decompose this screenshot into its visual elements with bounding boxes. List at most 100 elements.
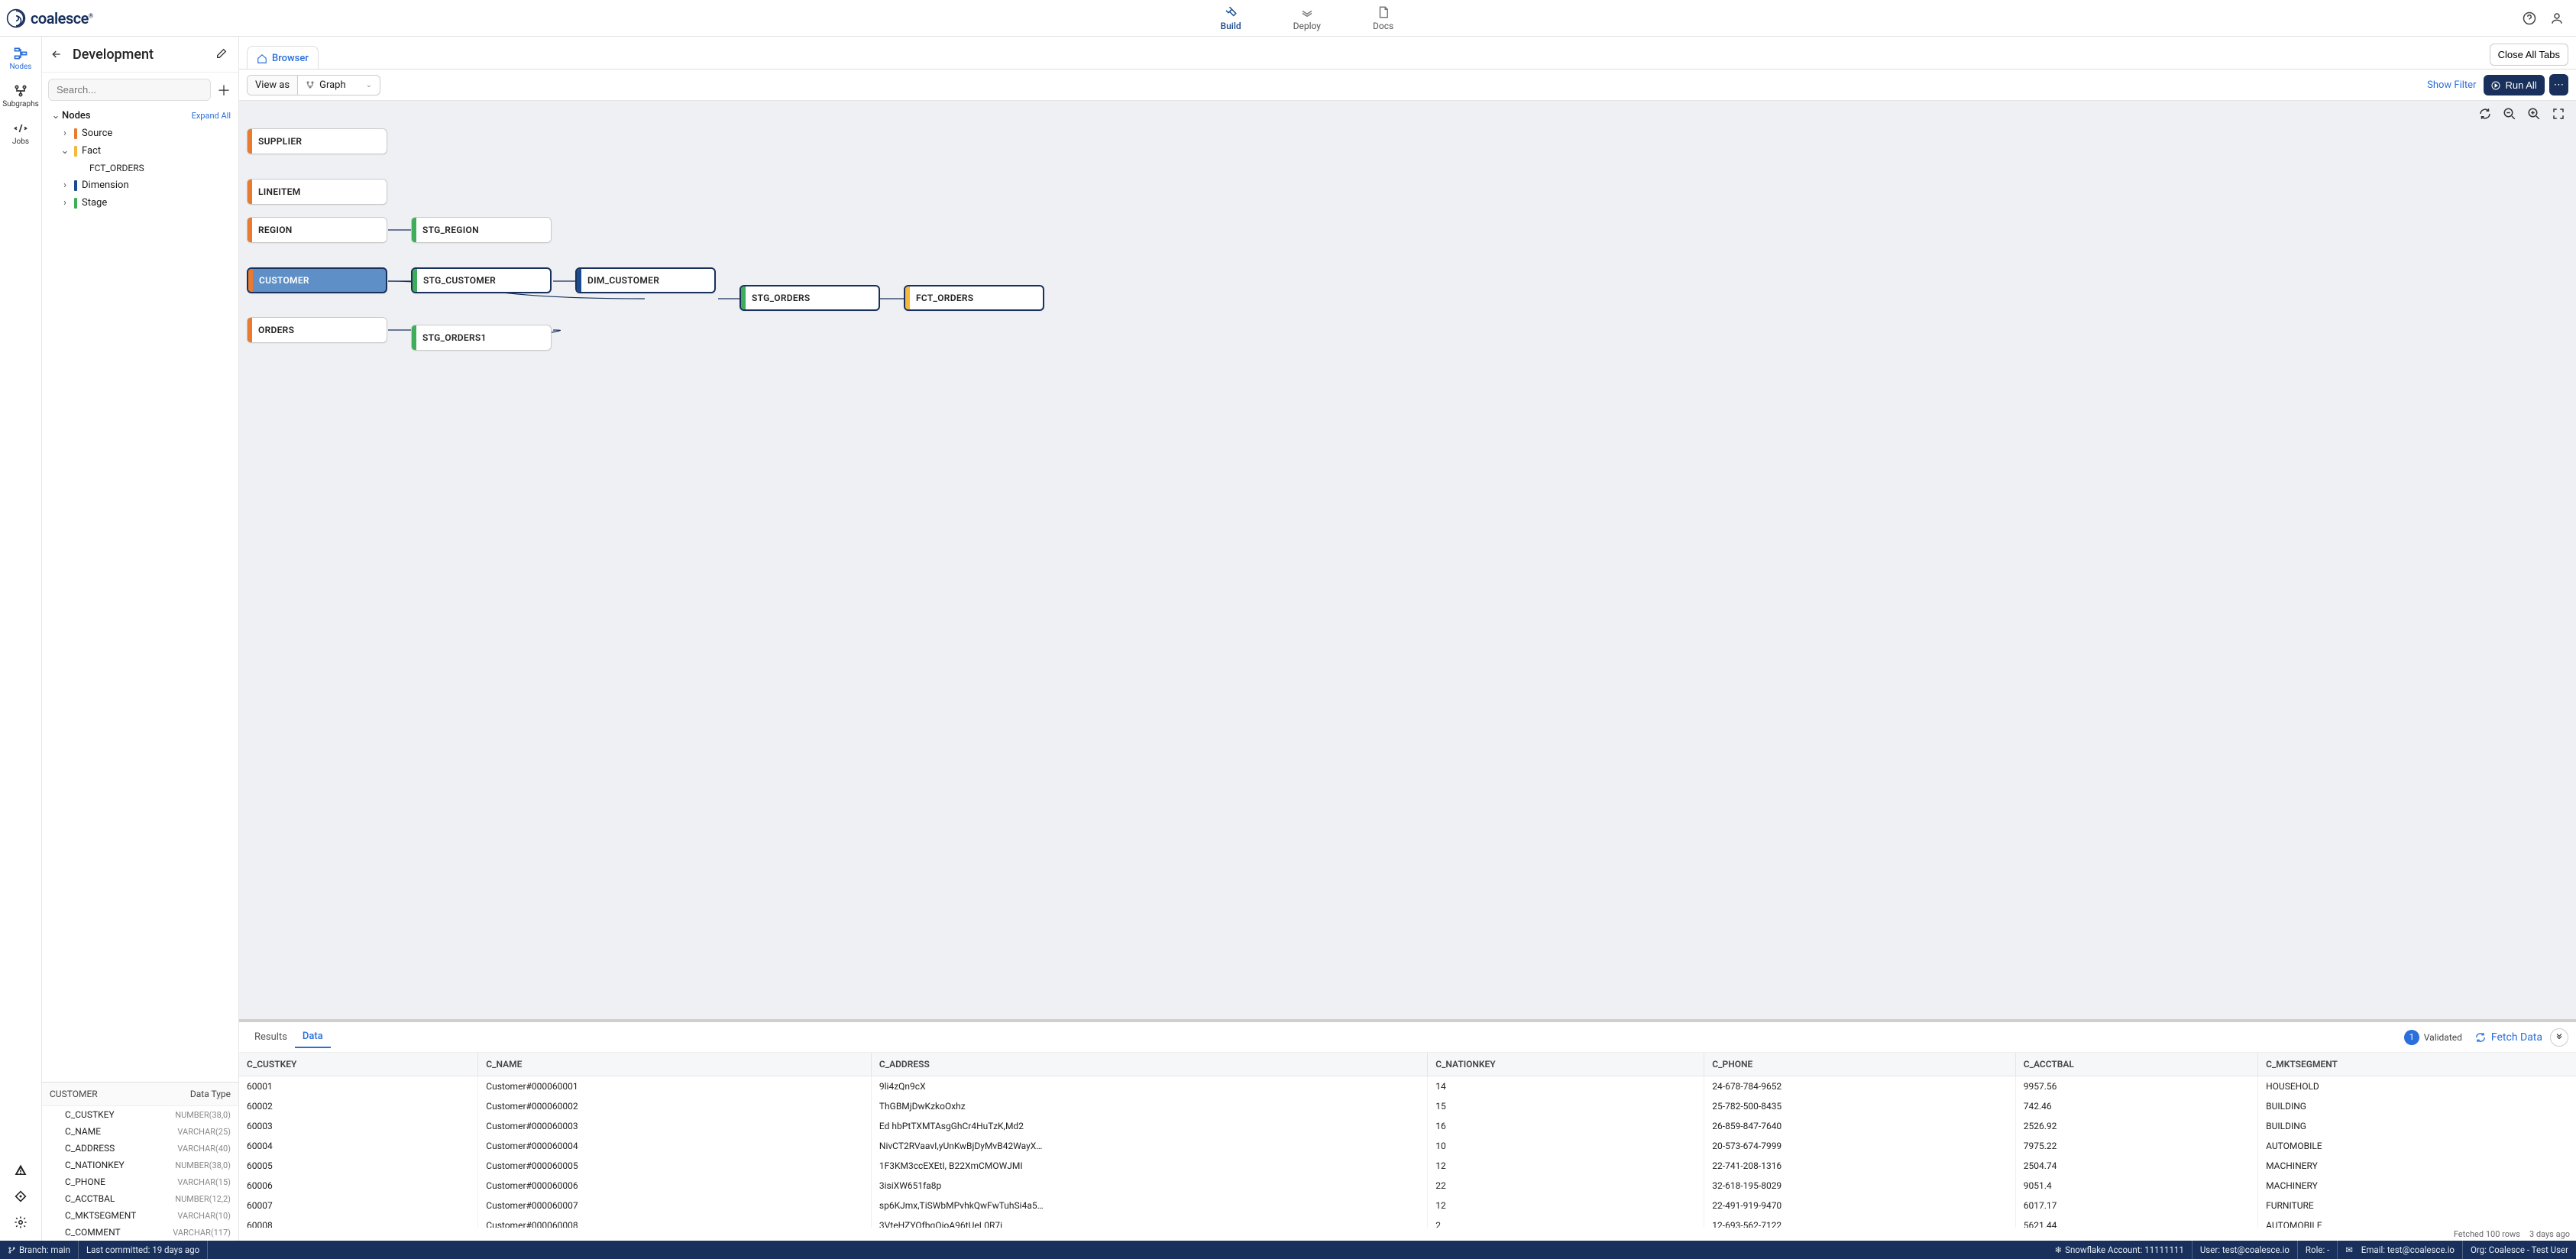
grid-cell: 60002	[239, 1096, 478, 1116]
tree-leaf-fct-orders[interactable]: FCT_ORDERS	[47, 160, 234, 176]
grid-row[interactable]: 60003Customer#000060003Ed hbPtTXMTAsgGhC…	[239, 1116, 2576, 1136]
column-panel-table-name: CUSTOMER	[50, 1089, 190, 1099]
grid-cell: 60001	[239, 1076, 478, 1097]
column-row[interactable]: C_ADDRESSVARCHAR(40)	[42, 1140, 238, 1157]
grid-cell: 25-782-500-8435	[1704, 1096, 2015, 1116]
help-icon[interactable]	[2521, 10, 2538, 27]
sb-snowflake: ❄Snowflake Account: 11111111	[2047, 1241, 2192, 1259]
grid-cell: 9957.56	[2015, 1076, 2257, 1097]
rail-jobs[interactable]: Jobs	[0, 115, 41, 152]
branch-icon	[306, 79, 315, 91]
grid-cell: Customer#000060007	[478, 1196, 872, 1215]
tree-category-dimension[interactable]: › Dimension	[47, 176, 234, 194]
grid-row[interactable]: 60005Customer#0000600051F3KM3ccEXEtI, B2…	[239, 1156, 2576, 1176]
column-row[interactable]: C_PHONEVARCHAR(15)	[42, 1173, 238, 1190]
topbar-tab-build[interactable]: Build	[1218, 3, 1244, 34]
tab-results[interactable]: Results	[247, 1027, 295, 1047]
grid-cell: 20-573-674-7999	[1704, 1136, 2015, 1156]
nodes-section-header[interactable]: ⌄ Nodes Expand All	[47, 107, 234, 125]
grid-cell: 12	[1428, 1156, 1704, 1176]
close-all-tabs-button[interactable]: Close All Tabs	[2490, 44, 2568, 66]
category-color-icon	[74, 146, 77, 157]
grid-cell: 2	[1428, 1215, 1704, 1228]
zoom-out-icon[interactable]	[2501, 105, 2518, 122]
browser-tab[interactable]: Browser	[247, 46, 319, 70]
graph-node-lineitem[interactable]: LINEITEM	[247, 179, 387, 205]
graph-canvas[interactable]: SUPPLIER LINEITEM REGION STG_REGION CUST…	[239, 122, 2576, 1019]
graph-node-fct-orders[interactable]: FCT_ORDERS	[904, 285, 1044, 311]
tree-category-source[interactable]: › Source	[47, 125, 234, 142]
grid-cell: 26-859-847-7640	[1704, 1116, 2015, 1136]
graph-node-stg-customer[interactable]: STG_CUSTOMER	[411, 267, 552, 293]
graph-node-stg-orders[interactable]: STG_ORDERS	[739, 285, 880, 311]
grid-cell: Customer#000060008	[478, 1215, 872, 1228]
column-row[interactable]: C_NATIONKEYNUMBER(38,0)	[42, 1157, 238, 1173]
refresh-icon[interactable]	[2477, 105, 2493, 122]
graph-node-region[interactable]: REGION	[247, 217, 387, 243]
sb-branch[interactable]: Branch: main	[0, 1241, 79, 1259]
grid-cell: 60008	[239, 1215, 478, 1228]
graph-node-stg-region[interactable]: STG_REGION	[411, 217, 552, 243]
chevron-right-icon: ›	[60, 128, 70, 139]
graph-node-dim-customer[interactable]: DIM_CUSTOMER	[575, 267, 716, 293]
problems-icon[interactable]	[11, 1161, 30, 1180]
grid-header-cell[interactable]: C_ACCTBAL	[2015, 1053, 2257, 1076]
settings-icon[interactable]	[11, 1213, 30, 1231]
topbar-tab-deploy[interactable]: Deploy	[1290, 3, 1324, 34]
back-icon[interactable]	[47, 44, 66, 64]
grid-header-cell[interactable]: C_NATIONKEY	[1428, 1053, 1704, 1076]
grid-row[interactable]: 60004Customer#000060004NivCT2RVaavI,yUnK…	[239, 1136, 2576, 1156]
grid-cell: 12-693-562-7122	[1704, 1215, 2015, 1228]
column-row[interactable]: C_CUSTKEYNUMBER(38,0)	[42, 1106, 238, 1123]
grid-header-cell[interactable]: C_NAME	[478, 1053, 872, 1076]
run-more-button[interactable]: ⋯	[2549, 74, 2568, 95]
fullscreen-icon[interactable]	[2550, 105, 2567, 122]
graph-node-supplier[interactable]: SUPPLIER	[247, 128, 387, 154]
sb-role: Role: -	[2298, 1241, 2338, 1259]
grid-cell: 742.46	[2015, 1096, 2257, 1116]
column-row[interactable]: C_COMMENTVARCHAR(117)	[42, 1224, 238, 1241]
graph-node-orders[interactable]: ORDERS	[247, 317, 387, 343]
grid-row[interactable]: 60007Customer#000060007sp6KJmx,TiSWbMPvh…	[239, 1196, 2576, 1215]
zoom-in-icon[interactable]	[2526, 105, 2542, 122]
grid-header-cell[interactable]: C_ADDRESS	[871, 1053, 1427, 1076]
grid-cell: 15	[1428, 1096, 1704, 1116]
rail-subgraphs[interactable]: Subgraphs	[0, 77, 41, 115]
grid-header-cell[interactable]: C_PHONE	[1704, 1053, 2015, 1076]
play-icon	[2491, 79, 2500, 91]
expand-all-link[interactable]: Expand All	[192, 111, 231, 121]
show-filter-link[interactable]: Show Filter	[2427, 79, 2476, 91]
tab-data[interactable]: Data	[295, 1026, 331, 1048]
add-node-icon[interactable]: ＋	[215, 82, 232, 99]
grid-row[interactable]: 60008Customer#0000600083VteHZYOfbqQioA96…	[239, 1215, 2576, 1228]
tree-category-fact[interactable]: ⌄ Fact	[47, 142, 234, 160]
category-color-icon	[74, 198, 77, 209]
search-input[interactable]	[48, 79, 211, 101]
sb-org: Org: Coalesce - Test User	[2463, 1241, 2576, 1259]
brand-name: coalesce	[31, 9, 89, 28]
git-icon[interactable]	[11, 1187, 30, 1206]
edit-icon[interactable]	[215, 47, 229, 61]
graph-node-stg-orders1[interactable]: STG_ORDERS1	[411, 325, 552, 351]
grid-row[interactable]: 60006Customer#0000600063isiXW651fa8p2232…	[239, 1176, 2576, 1196]
column-row[interactable]: C_MKTSEGMENTVARCHAR(10)	[42, 1207, 238, 1224]
topbar-tab-docs[interactable]: Docs	[1370, 3, 1396, 34]
collapse-panel-icon[interactable]	[2550, 1028, 2568, 1047]
grid-row[interactable]: 60002Customer#000060002ThGBMjDwKzkoOxhz1…	[239, 1096, 2576, 1116]
grid-header-cell[interactable]: C_MKTSEGMENT	[2258, 1053, 2576, 1076]
run-all-button[interactable]: Run All	[2484, 75, 2544, 95]
column-row[interactable]: C_NAMEVARCHAR(25)	[42, 1123, 238, 1140]
user-icon[interactable]	[2548, 10, 2565, 27]
grid-header-cell[interactable]: C_CUSTKEY	[239, 1053, 478, 1076]
grid-cell: 6017.17	[2015, 1196, 2257, 1215]
data-grid[interactable]: C_CUSTKEYC_NAMEC_ADDRESSC_NATIONKEYC_PHO…	[239, 1053, 2576, 1228]
viewas-select[interactable]: Graph ⌄	[298, 76, 380, 95]
graph-node-customer[interactable]: CUSTOMER	[247, 267, 387, 293]
column-row[interactable]: C_ACCTBALNUMBER(12,2)	[42, 1190, 238, 1207]
chevron-down-icon: ⌄	[50, 110, 62, 121]
grid-cell: MACHINERY	[2258, 1156, 2576, 1176]
tree-category-stage[interactable]: › Stage	[47, 194, 234, 212]
fetch-data-button[interactable]: Fetch Data	[2474, 1031, 2542, 1044]
rail-nodes[interactable]: Nodes	[0, 40, 41, 77]
grid-row[interactable]: 60001Customer#0000600019li4zQn9cX1424-67…	[239, 1076, 2576, 1097]
